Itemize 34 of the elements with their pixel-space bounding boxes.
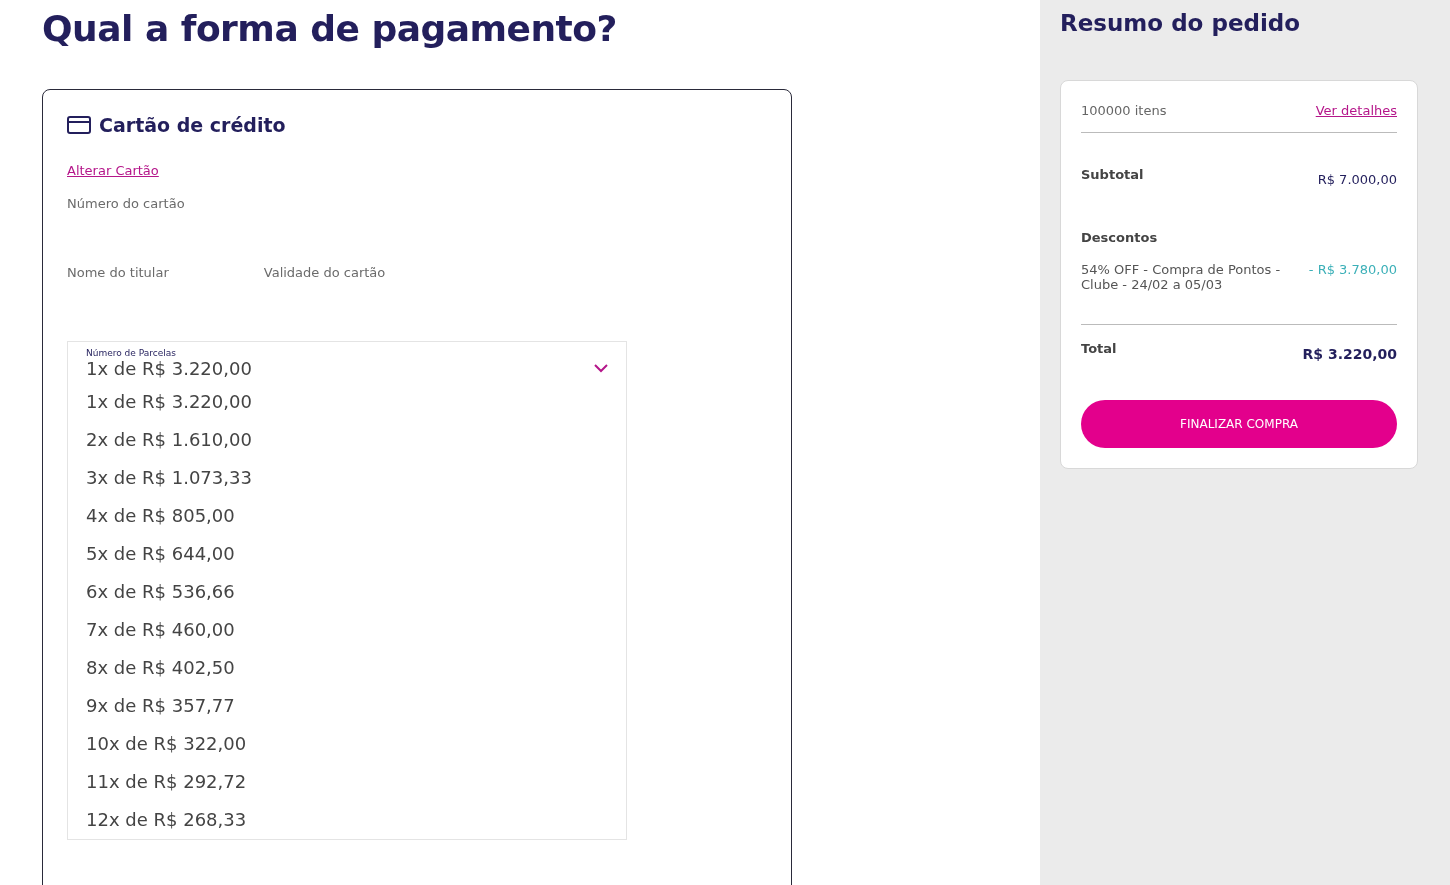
discount-value: - R$ 3.780,00 [1308, 262, 1397, 277]
installment-option[interactable]: 8x de R$ 402,50 [68, 649, 626, 687]
installment-option[interactable]: 10x de R$ 322,00 [68, 725, 626, 763]
installment-option[interactable]: 1x de R$ 3.220,00 [68, 383, 626, 421]
installment-option[interactable]: 6x de R$ 536,66 [68, 573, 626, 611]
installment-option[interactable]: 12x de R$ 268,33 [68, 801, 626, 839]
discounts-label: Descontos [1081, 230, 1158, 245]
installment-option[interactable]: 4x de R$ 805,00 [68, 497, 626, 535]
field-label: Número do cartão [67, 196, 185, 211]
chevron-icon [594, 364, 608, 373]
card-title: Cartão de crédito [99, 114, 286, 136]
items-count: 100000 itens [1081, 103, 1167, 118]
checkout-button[interactable]: FINALIZAR COMPRA [1081, 400, 1397, 448]
field-label: Validade do cartão [263, 265, 386, 282]
page-title: Qual a forma de pagamento? [42, 8, 618, 49]
discount-description: 54% OFF - Compra de Pontos - Clube - 24/02 a 05/03 [1081, 262, 1282, 292]
total-label: Total [1081, 341, 1117, 356]
subtotal-value: R$ 7.000,00 [1317, 172, 1397, 187]
field-label: Nome do titular [67, 265, 169, 282]
installment-option[interactable]: 2x de R$ 1.610,00 [68, 421, 626, 459]
change-card-link[interactable]: Alterar Cartão [67, 163, 159, 178]
installment-option[interactable]: 11x de R$ 292,72 [68, 763, 626, 801]
installment-option[interactable]: 7x de R$ 460,00 [68, 611, 626, 649]
installments-select[interactable] [67, 341, 627, 840]
credit-card-icon [67, 116, 91, 134]
select-label: Número de Parcelas [86, 348, 177, 358]
installment-option[interactable]: 9x de R$ 357,77 [68, 687, 626, 725]
summary-title: Resumo do pedido [1060, 10, 1302, 36]
subtotal-label: Subtotal [1081, 167, 1144, 182]
total-value: R$ 3.220,00 [1302, 346, 1397, 362]
installment-option[interactable]: 3x de R$ 1.073,33 [68, 459, 626, 497]
select-value: 1x de R$ 3.220,00 [86, 358, 252, 379]
details-link[interactable]: Ver detalhes [1315, 103, 1397, 118]
installment-option[interactable]: 5x de R$ 644,00 [68, 535, 626, 573]
